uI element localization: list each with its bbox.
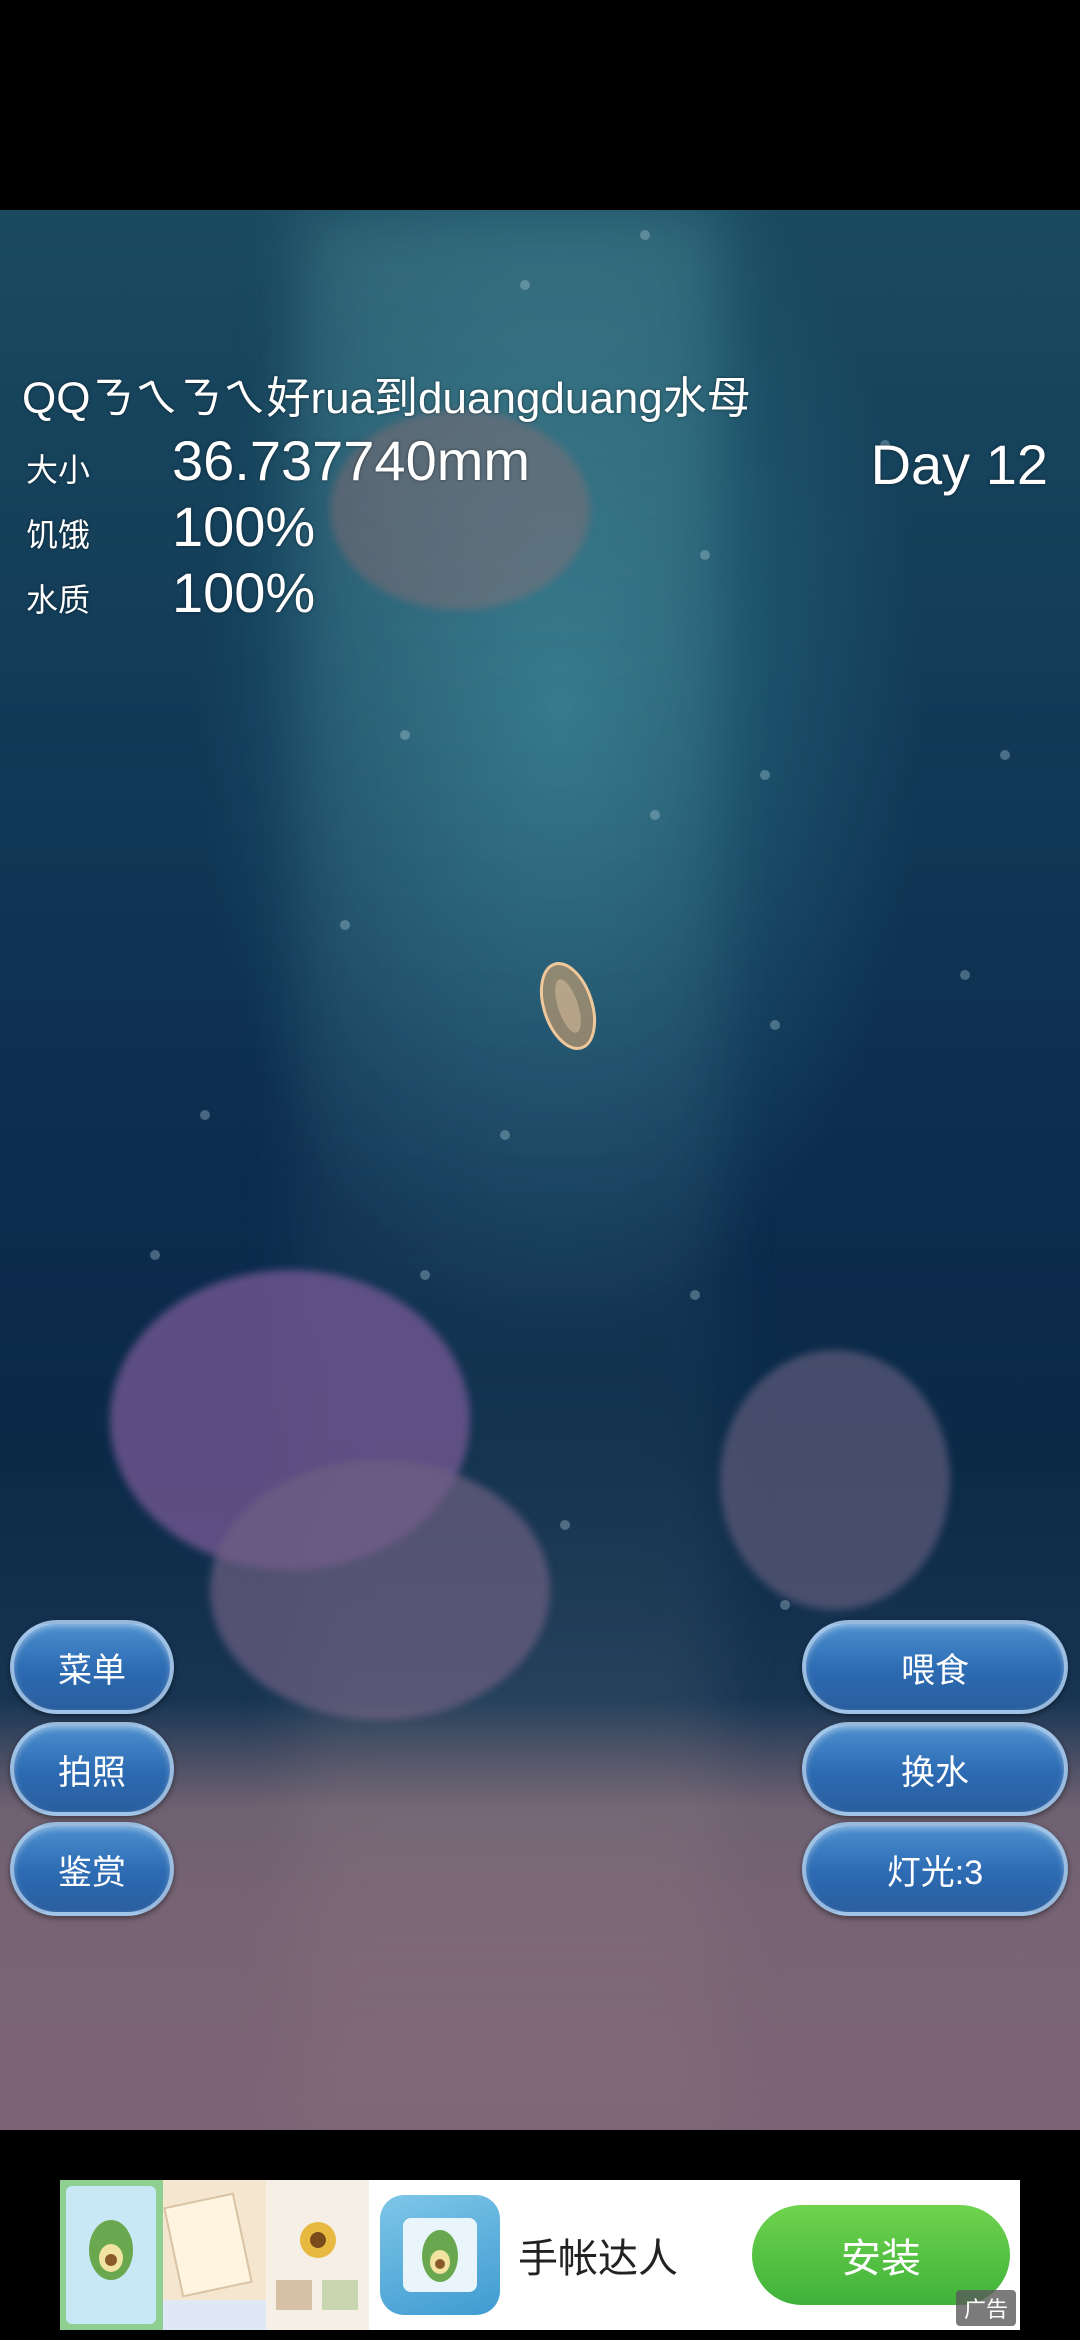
bubble [780, 1600, 790, 1610]
jellyfish[interactable] [536, 958, 600, 1054]
size-value: 36.737740mm [172, 429, 531, 492]
bubble [690, 1290, 700, 1300]
top-black-bar [0, 0, 1080, 210]
app-icon [380, 2195, 500, 2315]
bubble [770, 1020, 780, 1030]
light-button[interactable]: 灯光:3 [802, 1822, 1068, 1916]
bubble [760, 770, 770, 780]
change-water-button[interactable]: 换水 [802, 1722, 1068, 1816]
bubble [520, 280, 530, 290]
ad-banner[interactable]: 手帐达人 安装 广告 [60, 2180, 1020, 2330]
day-counter: Day 12 [870, 433, 1048, 496]
notebook-icon [163, 2192, 266, 2330]
water-quality-value: 100% [172, 561, 316, 624]
bubble [400, 730, 410, 740]
avocado-notebook-icon [403, 2218, 477, 2292]
bubble [340, 920, 350, 930]
menu-button[interactable]: 菜单 [10, 1620, 174, 1714]
bubble [700, 550, 710, 560]
pet-name: QQㄋㄟㄋㄟ好rua到duangduang水母 [22, 374, 751, 423]
bubble [150, 1250, 160, 1260]
feed-button[interactable]: 喂食 [802, 1620, 1068, 1714]
photo-button[interactable]: 拍照 [10, 1722, 174, 1816]
hunger-label: 饥饿 [26, 517, 91, 553]
ad-screenshot-2 [163, 2180, 266, 2330]
water-quality-label: 水质 [26, 582, 91, 618]
bubble [1000, 750, 1010, 760]
ad-screenshot-1 [60, 2180, 163, 2330]
bubble [420, 1270, 430, 1280]
coral-right [720, 1350, 950, 1610]
bubble [960, 970, 970, 980]
bubble [200, 1110, 210, 1120]
size-label: 大小 [26, 452, 91, 488]
ad-screenshot-3 [266, 2180, 369, 2330]
flower-icon [276, 2222, 358, 2310]
coral-left-lower [210, 1460, 550, 1720]
ad-app-title: 手帐达人 [518, 2237, 678, 2281]
ad-label: 广告 [955, 2290, 1016, 2326]
appreciate-button[interactable]: 鉴赏 [10, 1822, 174, 1916]
bubble [650, 810, 660, 820]
bubble [560, 1520, 570, 1530]
avocado-icon [66, 2186, 156, 2324]
hunger-value: 100% [172, 495, 316, 558]
ad-screenshots [60, 2180, 370, 2330]
bubble [500, 1130, 510, 1140]
bubble [640, 230, 650, 240]
